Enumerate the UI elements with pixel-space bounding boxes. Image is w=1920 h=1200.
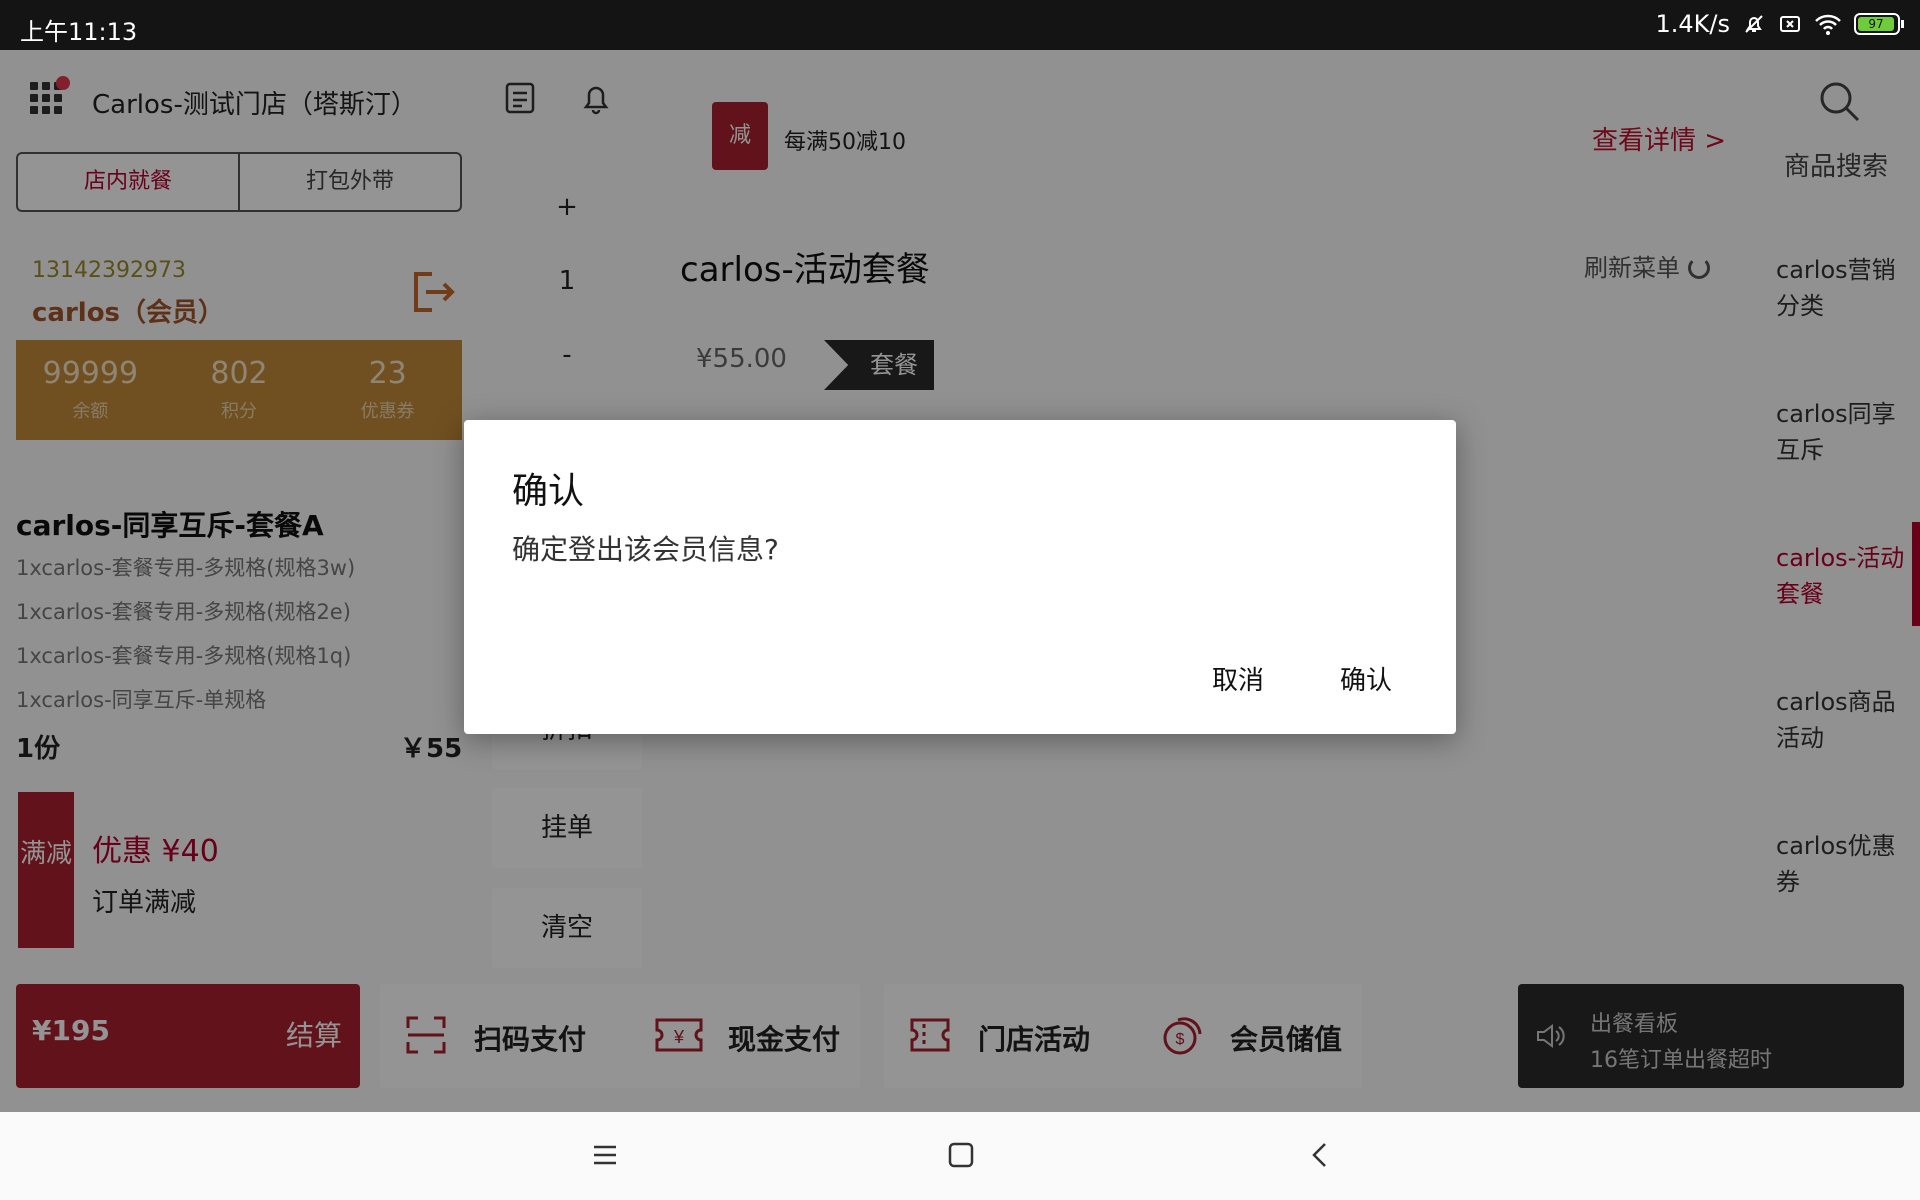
confirm-button[interactable]: 确认 — [1340, 660, 1392, 697]
confirm-dialog: 确认 确定登出该会员信息? 取消 确认 — [464, 420, 1456, 734]
net-speed: 1.4K/s — [1655, 10, 1731, 38]
menu-icon[interactable] — [590, 1140, 620, 1170]
dialog-message: 确定登出该会员信息? — [512, 533, 779, 566]
status-bar: 上午11:13 1.4K/s 97 — [0, 0, 1920, 50]
back-icon[interactable] — [1306, 1140, 1336, 1170]
status-time: 上午11:13 — [20, 18, 138, 46]
home-icon[interactable] — [946, 1140, 976, 1170]
battery-icon: 97 — [1854, 13, 1904, 35]
mute-icon — [1745, 15, 1763, 33]
cancel-button[interactable]: 取消 — [1212, 660, 1264, 697]
status-right: 1.4K/s 97 — [1655, 10, 1904, 38]
wifi-icon — [1815, 14, 1841, 35]
dialog-title: 确认 — [512, 471, 585, 512]
sim-off-icon — [1780, 16, 1800, 32]
system-nav-bar — [0, 1112, 1920, 1200]
